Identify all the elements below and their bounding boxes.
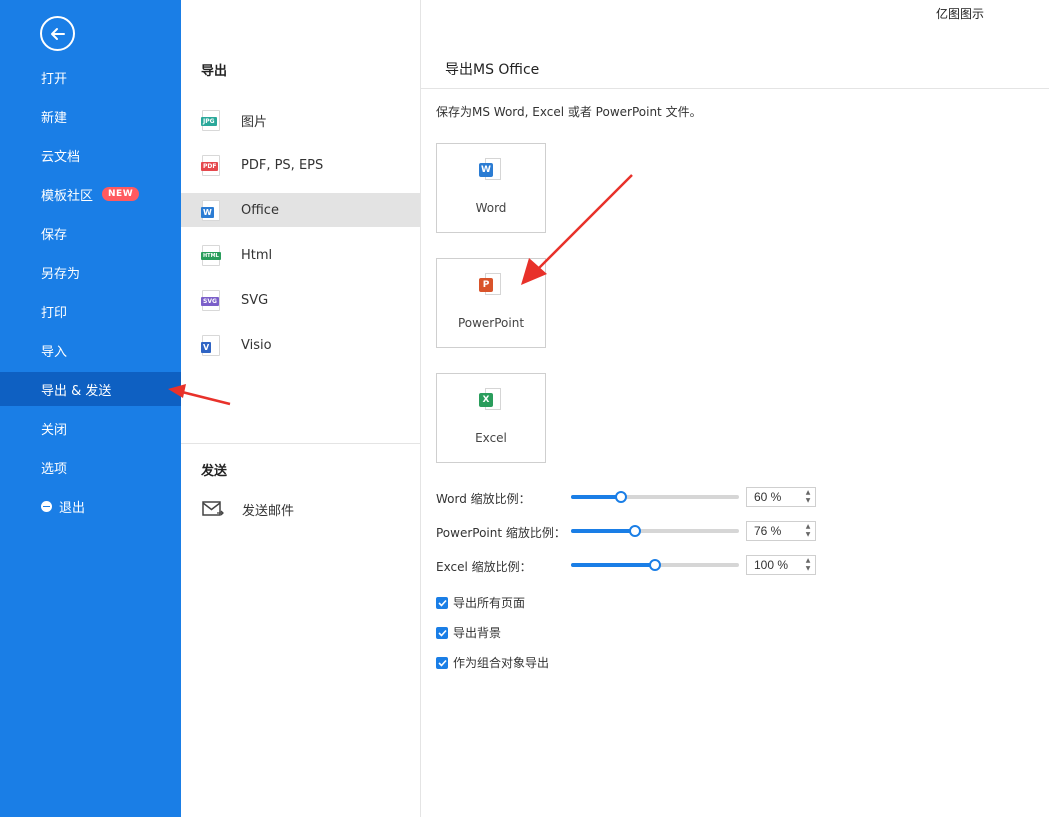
sidebar-item-label: 导出 & 发送 bbox=[41, 383, 112, 399]
pdf-file-icon: PDF bbox=[201, 154, 220, 176]
send-email-item[interactable]: 发送邮件 bbox=[181, 492, 420, 526]
slider-thumb[interactable] bbox=[628, 525, 641, 537]
export-section-title: 导出 bbox=[201, 64, 228, 79]
export-item-html[interactable]: HTML Html bbox=[181, 238, 420, 272]
format-label: Word bbox=[475, 201, 507, 215]
option-label: 导出所有页面 bbox=[453, 596, 526, 610]
sidebar-item-close[interactable]: 关闭 bbox=[0, 411, 181, 445]
excel-format-button[interactable]: X Excel bbox=[436, 373, 546, 463]
powerpoint-scale-spinbox[interactable]: ▲▼ bbox=[746, 521, 816, 541]
excel-scale-slider[interactable] bbox=[571, 559, 739, 571]
checkbox-checked-icon[interactable] bbox=[436, 596, 448, 609]
svg-file-icon: SVG bbox=[201, 289, 220, 311]
export-item-label: Office bbox=[241, 202, 279, 218]
chevron-up-icon[interactable]: ▲ bbox=[806, 489, 811, 497]
send-section-title: 发送 bbox=[201, 464, 228, 479]
sidebar-item-open[interactable]: 打开 bbox=[0, 60, 181, 94]
checkbox-checked-icon[interactable] bbox=[436, 656, 448, 669]
export-item-svg[interactable]: SVG SVG bbox=[181, 283, 420, 317]
mail-send-icon bbox=[202, 501, 224, 516]
sidebar-item-options[interactable]: 选项 bbox=[0, 450, 181, 484]
panel-description: 保存为MS Word, Excel 或者 PowerPoint 文件。 bbox=[436, 105, 702, 119]
slider-fill bbox=[571, 529, 635, 533]
visio-file-icon: V bbox=[201, 334, 220, 356]
sidebar-item-label: 选项 bbox=[41, 461, 68, 477]
chevron-up-icon[interactable]: ▲ bbox=[806, 523, 811, 531]
export-item-label: 图片 bbox=[241, 114, 268, 130]
option-label: 作为组合对象导出 bbox=[453, 656, 550, 670]
word-file-icon: W bbox=[479, 158, 503, 184]
option-export-background[interactable]: 导出背景 bbox=[436, 624, 501, 641]
export-item-image[interactable]: JPG 图片 bbox=[181, 103, 420, 137]
export-item-label: SVG bbox=[241, 292, 269, 308]
jpg-file-icon: JPG bbox=[201, 109, 220, 131]
slider-fill bbox=[571, 563, 655, 567]
slider-thumb[interactable] bbox=[615, 491, 628, 503]
chevron-down-icon[interactable]: ▼ bbox=[806, 565, 811, 573]
word-scale-input[interactable] bbox=[747, 488, 801, 506]
sidebar-item-import[interactable]: 导入 bbox=[0, 333, 181, 367]
sidebar-item-save-as[interactable]: 另存为 bbox=[0, 255, 181, 289]
app-brand: 亿图图示 bbox=[936, 7, 985, 21]
export-item-office[interactable]: W Office bbox=[181, 193, 420, 227]
chevron-up-icon[interactable]: ▲ bbox=[806, 557, 811, 565]
sidebar-item-label: 云文档 bbox=[41, 149, 81, 165]
sidebar-item-label: 关闭 bbox=[41, 422, 68, 438]
minus-circle-icon bbox=[41, 500, 52, 512]
powerpoint-scale-label: PowerPoint 缩放比例： bbox=[436, 526, 566, 540]
sidebar-item-label: 导入 bbox=[41, 344, 68, 360]
sidebar-item-save[interactable]: 保存 bbox=[0, 216, 181, 250]
word-scale-label: Word 缩放比例： bbox=[436, 492, 531, 506]
powerpoint-scale-slider[interactable] bbox=[571, 525, 739, 537]
option-export-all-pages[interactable]: 导出所有页面 bbox=[436, 594, 525, 611]
export-item-visio[interactable]: V Visio bbox=[181, 328, 420, 362]
sidebar-item-export-send[interactable]: 导出 & 发送 bbox=[0, 372, 181, 406]
export-item-pdf[interactable]: PDF PDF, PS, EPS bbox=[181, 148, 420, 182]
option-export-as-group[interactable]: 作为组合对象导出 bbox=[436, 654, 549, 671]
excel-scale-label: Excel 缩放比例： bbox=[436, 560, 532, 574]
annotation-arrow-powerpoint bbox=[521, 174, 633, 285]
slider-thumb[interactable] bbox=[649, 559, 661, 571]
sidebar-item-new[interactable]: 新建 bbox=[0, 99, 181, 133]
sidebar: 打开 新建 云文档 模板社区 NEW 保存 另存为 打印 导入 导出 & 发送 … bbox=[0, 0, 181, 817]
powerpoint-scale-input[interactable] bbox=[747, 522, 801, 540]
slider-fill bbox=[571, 495, 622, 499]
excel-scale-input[interactable] bbox=[747, 556, 801, 574]
back-button[interactable] bbox=[40, 16, 75, 51]
sidebar-item-label: 打印 bbox=[41, 305, 68, 321]
send-email-label: 发送邮件 bbox=[242, 503, 295, 519]
sidebar-item-exit[interactable]: 退出 bbox=[0, 489, 181, 523]
html-file-icon: HTML bbox=[201, 244, 221, 266]
panel-divider bbox=[421, 88, 1049, 89]
format-label: Excel bbox=[475, 431, 507, 445]
sidebar-item-label: 打开 bbox=[41, 71, 68, 87]
format-label: PowerPoint bbox=[457, 316, 525, 330]
sidebar-item-cloud-docs[interactable]: 云文档 bbox=[0, 138, 181, 172]
arrow-left-icon bbox=[50, 27, 65, 40]
word-scale-spinbox[interactable]: ▲▼ bbox=[746, 487, 816, 507]
sidebar-item-label: 退出 bbox=[59, 500, 86, 516]
excel-file-icon: X bbox=[479, 388, 503, 414]
checkbox-checked-icon[interactable] bbox=[436, 626, 448, 639]
sidebar-item-print[interactable]: 打印 bbox=[0, 294, 181, 328]
export-item-label: Visio bbox=[241, 337, 272, 353]
export-item-label: PDF, PS, EPS bbox=[241, 157, 324, 173]
sidebar-item-label: 新建 bbox=[41, 110, 68, 126]
sidebar-item-label: 模板社区 bbox=[41, 188, 94, 204]
section-divider bbox=[181, 443, 420, 444]
export-item-label: Html bbox=[241, 247, 273, 263]
chevron-down-icon[interactable]: ▼ bbox=[806, 497, 811, 505]
sidebar-item-label: 保存 bbox=[41, 227, 68, 243]
powerpoint-file-icon: P bbox=[479, 273, 503, 299]
export-menu-column: 导出 JPG 图片 PDF PDF, PS, EPS W Office HTML… bbox=[181, 0, 421, 817]
new-badge: NEW bbox=[102, 187, 140, 201]
option-label: 导出背景 bbox=[453, 626, 502, 640]
panel-title: 导出MS Office bbox=[445, 62, 540, 78]
word-file-icon: W bbox=[201, 199, 220, 221]
chevron-down-icon[interactable]: ▼ bbox=[806, 531, 811, 539]
excel-scale-spinbox[interactable]: ▲▼ bbox=[746, 555, 816, 575]
sidebar-item-template-community[interactable]: 模板社区 NEW bbox=[0, 177, 181, 211]
word-scale-slider[interactable] bbox=[571, 491, 739, 503]
sidebar-item-label: 另存为 bbox=[41, 266, 81, 282]
